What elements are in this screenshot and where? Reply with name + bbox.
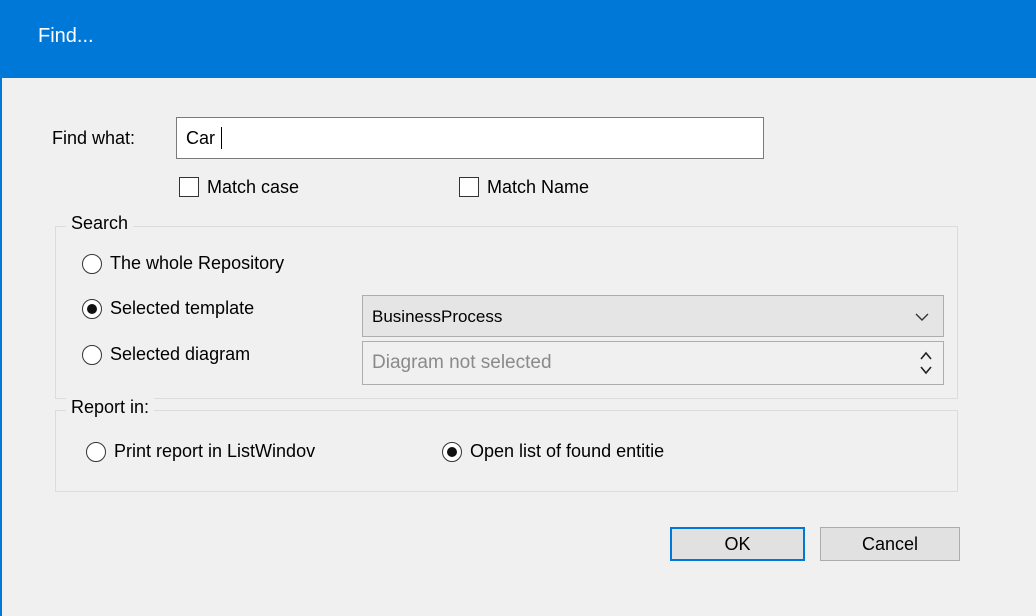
ok-button[interactable]: OK bbox=[670, 527, 805, 561]
match-name-checkbox[interactable] bbox=[459, 177, 479, 197]
open-list-radio[interactable] bbox=[442, 442, 462, 462]
cancel-button[interactable]: Cancel bbox=[820, 527, 960, 561]
search-group-legend: Search bbox=[66, 213, 134, 234]
text-caret bbox=[221, 127, 222, 149]
find-what-value: Car bbox=[186, 128, 216, 148]
match-case-checkbox[interactable] bbox=[179, 177, 199, 197]
open-list-label[interactable]: Open list of found entitie bbox=[470, 441, 664, 462]
match-case-label[interactable]: Match case bbox=[207, 177, 299, 198]
find-what-label: Find what: bbox=[52, 128, 136, 148]
selected-template-label[interactable]: Selected template bbox=[110, 298, 254, 319]
selected-diagram-radio[interactable] bbox=[82, 345, 102, 365]
whole-repository-radio[interactable] bbox=[82, 254, 102, 274]
diagram-selector-placeholder: Diagram not selected bbox=[372, 352, 552, 373]
report-group-legend: Report in: bbox=[66, 397, 155, 418]
template-dropdown[interactable]: BusinessProcess bbox=[362, 295, 944, 337]
diagram-selector[interactable]: Diagram not selected bbox=[362, 341, 944, 385]
print-report-radio[interactable] bbox=[86, 442, 106, 462]
match-name-label[interactable]: Match Name bbox=[487, 177, 589, 198]
window-border bbox=[0, 78, 2, 616]
find-what-input[interactable]: Car bbox=[176, 117, 764, 159]
print-report-label[interactable]: Print report in ListWindov bbox=[114, 441, 315, 462]
chevron-down-icon bbox=[915, 313, 929, 321]
title-bar[interactable]: Find... bbox=[0, 0, 1036, 78]
selected-diagram-label[interactable]: Selected diagram bbox=[110, 344, 250, 365]
up-down-arrows-icon[interactable] bbox=[919, 348, 933, 378]
template-dropdown-value: BusinessProcess bbox=[372, 307, 503, 326]
selected-template-radio[interactable] bbox=[82, 299, 102, 319]
window-title: Find... bbox=[38, 25, 94, 47]
whole-repository-label[interactable]: The whole Repository bbox=[110, 253, 284, 274]
